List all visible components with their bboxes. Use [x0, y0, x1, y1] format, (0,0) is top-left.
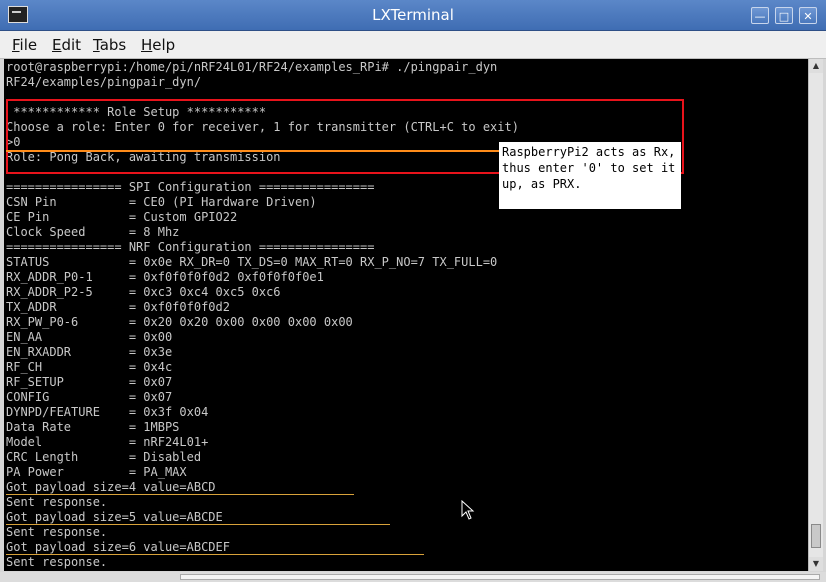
terminal-line: EN_AA = 0x00 — [6, 330, 173, 344]
menu-edit[interactable]: Edit — [52, 36, 81, 54]
terminal-line: Got payload size=6 value=ABCDEF — [6, 540, 230, 554]
terminal-line: Data Rate = 1MBPS — [6, 420, 180, 434]
terminal-line: Sent response. — [6, 525, 108, 539]
scroll-down-arrow-icon[interactable]: ▼ — [809, 557, 823, 571]
terminal-line: RF_SETUP = 0x07 — [6, 375, 173, 389]
menu-bar: File Edit Tabs Help — [0, 31, 826, 59]
terminal-line: CRC Length = Disabled — [6, 450, 202, 464]
terminal-line: RF24/examples/pingpair_dyn/ — [6, 75, 202, 89]
terminal-line: EN_RXADDR = 0x3e — [6, 345, 173, 359]
terminal-line: root@raspberrypi:/home/pi/nRF24L01/RF24/… — [6, 60, 498, 74]
minimize-button[interactable]: — — [751, 7, 769, 24]
callout-pointer-line — [6, 150, 500, 152]
mouse-pointer-icon — [461, 500, 475, 520]
window-title: LXTerminal — [372, 6, 454, 24]
terminal-line: STATUS = 0x0e RX_DR=0 TX_DS=0 MAX_RT=0 R… — [6, 255, 498, 269]
terminal-line: PA Power = PA_MAX — [6, 465, 187, 479]
menu-tabs[interactable]: Tabs — [93, 36, 126, 54]
menu-help[interactable]: Help — [141, 36, 175, 54]
terminal-line: RX_ADDR_P2-5 = 0xc3 0xc4 0xc5 0xc6 — [6, 285, 281, 299]
terminal-line: CONFIG = 0x07 — [6, 390, 173, 404]
terminal-line: Sent response. — [6, 495, 108, 509]
maximize-button[interactable]: □ — [775, 7, 793, 24]
terminal-line: Clock Speed = 8 Mhz — [6, 225, 180, 239]
scroll-up-arrow-icon[interactable]: ▲ — [809, 59, 823, 73]
terminal-line: CE Pin = Custom GPIO22 — [6, 210, 238, 224]
horizontal-scrollbar[interactable] — [0, 572, 826, 582]
terminal-line: RX_PW_P0-6 = 0x20 0x20 0x00 0x00 0x00 0x… — [6, 315, 353, 329]
menu-file[interactable]: File — [12, 36, 37, 54]
terminal-line: Model = nRF24L01+ — [6, 435, 209, 449]
title-bar: LXTerminal — □ ✕ — [0, 0, 826, 31]
close-button[interactable]: ✕ — [799, 7, 817, 24]
terminal-line: Got payload size=4 value=ABCD — [6, 480, 216, 494]
maximize-icon: □ — [778, 10, 790, 23]
terminal-line: DYNPD/FEATURE = 0x3f 0x04 — [6, 405, 209, 419]
payload-underline-2 — [6, 524, 390, 525]
minimize-icon: — — [754, 10, 766, 23]
terminal-line: CSN Pin = CE0 (PI Hardware Driven) — [6, 195, 317, 209]
terminal-line: Got payload size=5 value=ABCDE — [6, 510, 223, 524]
payload-underline-3 — [6, 554, 424, 555]
close-icon: ✕ — [803, 10, 813, 23]
terminal-line: ================ SPI Configuration =====… — [6, 180, 375, 194]
horizontal-scrollbar-thumb[interactable] — [180, 574, 820, 580]
terminal-line: ================ NRF Configuration =====… — [6, 240, 375, 254]
vertical-scrollbar[interactable]: ▲ ▼ — [808, 59, 823, 571]
payload-underline-1 — [6, 494, 354, 495]
terminal-line: RF_CH = 0x4c — [6, 360, 173, 374]
terminal-line: Sent response. — [6, 555, 108, 569]
terminal-line: RX_ADDR_P0-1 = 0xf0f0f0f0d2 0xf0f0f0f0e1 — [6, 270, 324, 284]
terminal-line: TX_ADDR = 0xf0f0f0f0d2 — [6, 300, 230, 314]
scrollbar-thumb[interactable] — [811, 524, 821, 548]
annotation-callout: RaspberryPi2 acts as Rx, thus enter '0' … — [499, 142, 681, 209]
